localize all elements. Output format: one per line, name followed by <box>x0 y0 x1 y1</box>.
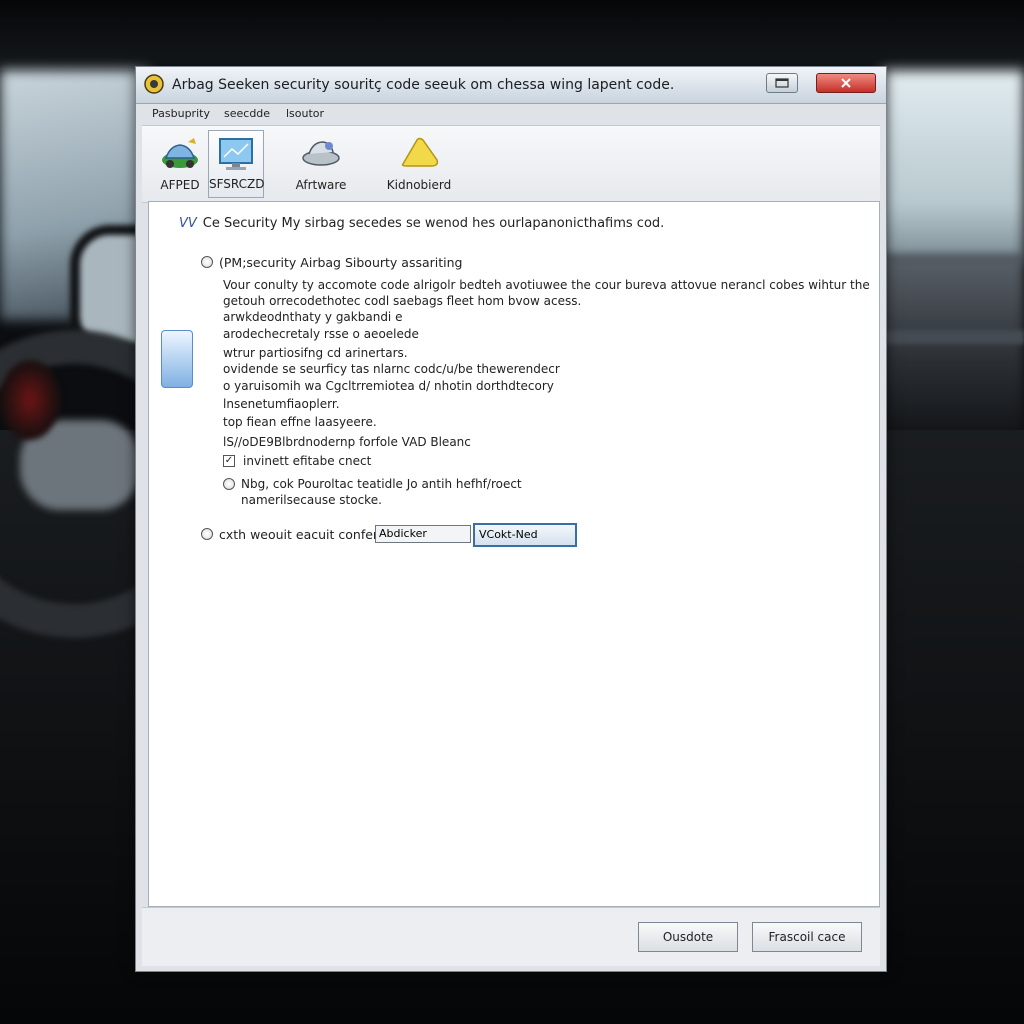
description-line: lS//oDE9Blbrdnodernp forfole VAD Bleanc <box>223 435 471 449</box>
monitor-icon <box>219 138 253 170</box>
toolbar-button-3[interactable]: Afrtware <box>284 130 358 198</box>
header-mark: VV <box>179 216 197 231</box>
code-input[interactable]: Abdicker <box>375 525 471 543</box>
header-text: Ce Security My sirbag secedes se wenod h… <box>202 216 665 231</box>
close-button[interactable] <box>816 73 876 93</box>
description-line: getouh orrecodethotec codl saebags fleet… <box>223 294 582 308</box>
description-line: arodechecretaly rsse o aeoelede <box>223 327 419 341</box>
title-bar[interactable]: Arbag Seeken security souritç code seeuk… <box>136 67 886 104</box>
minimize-button[interactable] <box>766 73 798 93</box>
toolbar: AFPED SFSRCZD Afrtware Kidnobierd <box>142 125 880 203</box>
toolbar-label-3: Afrtware <box>295 178 347 192</box>
description-line: ovidende se seurficy tas nlarnc codc/u/b… <box>223 362 560 376</box>
toolbar-button-4[interactable]: Kidnobierd <box>374 130 464 198</box>
footer-bar: Ousdote Frascoil cace <box>142 907 880 966</box>
footer-button-1[interactable]: Ousdote <box>638 922 738 952</box>
footer-button-2[interactable]: Frascoil cace <box>752 922 862 952</box>
airbag-image <box>161 330 193 388</box>
option2-radio[interactable] <box>201 528 213 540</box>
app-window: Arbag Seeken security souritç code seeuk… <box>135 66 887 972</box>
minimize-icon <box>775 78 789 88</box>
suboption-line: namerilsecause stocke. <box>241 493 382 507</box>
menu-item-1[interactable]: Pasbuprity <box>152 107 210 120</box>
app-icon <box>144 74 164 94</box>
window-title: Arbag Seeken security souritç code seeuk… <box>172 77 675 93</box>
toolbar-label-4: Kidnobierd <box>386 178 452 192</box>
checkbox-label: invinett efitabe cnect <box>243 454 372 468</box>
description-line: arwkdeodnthaty y gakbandi e <box>223 310 403 324</box>
car-icon <box>162 138 198 168</box>
menu-item-3[interactable]: lsoutor <box>286 107 324 120</box>
content-panel: VV Ce Security My sirbag secedes se wenod… <box>148 201 880 907</box>
field-button[interactable]: VCokt-Ned <box>473 523 577 547</box>
toolbar-button-1[interactable]: AFPED <box>152 130 208 198</box>
option1-radio[interactable] <box>201 256 213 268</box>
description-line: Vour conulty ty accomote code alrigolr b… <box>223 278 870 292</box>
description-line: o yaruisomih wa Cgcltrremiotea d/ nhotin… <box>223 379 554 393</box>
suboption-radio[interactable] <box>223 478 235 490</box>
description-line: lnsenetumfiaoplerr. <box>223 397 340 411</box>
dashboard-gauge <box>0 360 60 440</box>
toolbar-button-2[interactable]: SFSRCZD <box>208 130 265 198</box>
description-header: VV Ce Security My sirbag secedes se wenod… <box>179 216 664 231</box>
toolbar-label-1: AFPED <box>160 178 200 192</box>
toolbar-label-2: SFSRCZD <box>209 177 265 191</box>
option2-label: cxth weouit eacuit confenke <box>219 527 396 542</box>
warning-triangle-icon <box>401 137 439 167</box>
option1-label: (PM;security Airbag Sibourty assariting <box>219 255 463 270</box>
description-line: wtrur partiosifng cd arinertars. <box>223 346 408 360</box>
suboption-line: Nbg, cok Pouroltac teatidle Jo antih hef… <box>241 477 522 491</box>
close-icon <box>841 78 851 88</box>
description-line: top fiean effne laasyeere. <box>223 415 377 429</box>
option-checkbox[interactable]: ✓ <box>223 455 235 467</box>
menu-item-2[interactable]: seecdde <box>224 107 270 120</box>
car-part-icon <box>302 141 340 166</box>
